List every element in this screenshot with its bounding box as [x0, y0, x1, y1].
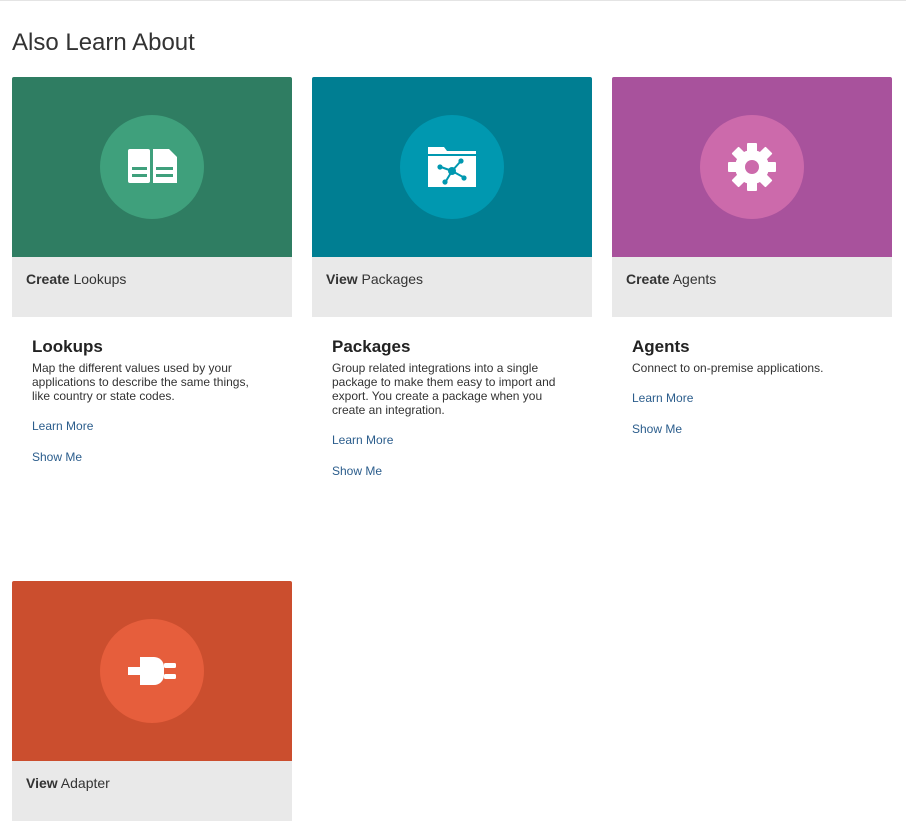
plug-icon: [128, 657, 176, 685]
card-description: Group related integrations into a single…: [332, 361, 556, 417]
learn-more-link[interactable]: Learn More: [632, 390, 872, 406]
card-adapter: View Adapter: [12, 581, 292, 821]
hero-circle: [700, 115, 804, 219]
show-me-link[interactable]: Show Me: [32, 449, 272, 465]
card-body: Packages Group related integrations into…: [312, 317, 592, 479]
gear-icon: [728, 143, 776, 191]
card-lookups-hero[interactable]: [12, 77, 292, 257]
card-packages-hero[interactable]: [312, 77, 592, 257]
card-description: Map the different values used by your ap…: [32, 361, 249, 403]
package-folder-icon: [428, 147, 476, 187]
card-title: Agents: [632, 337, 690, 356]
card-body: Agents Connect to on-premise application…: [612, 317, 892, 437]
action-verb: Create: [26, 271, 70, 287]
action-verb: View: [26, 775, 58, 791]
action-noun: Adapter: [60, 775, 110, 791]
card-title: Packages: [332, 337, 411, 356]
lookups-document-icon: [128, 149, 177, 183]
top-divider: [0, 0, 906, 1]
card-body: Lookups Map the different values used by…: [12, 317, 292, 465]
create-lookups-button[interactable]: Create Lookups: [12, 257, 292, 317]
action-noun: Agents: [672, 271, 717, 287]
action-verb: Create: [626, 271, 670, 287]
action-noun: Lookups: [73, 271, 127, 287]
learn-more-link[interactable]: Learn More: [32, 418, 272, 434]
action-noun: Packages: [361, 271, 424, 287]
card-agents: Create Agents Agents Connect to on-premi…: [612, 77, 892, 437]
view-adapter-button[interactable]: View Adapter: [12, 761, 292, 821]
card-lookups: Create Lookups Lookups Map the different…: [12, 77, 292, 465]
hero-circle: [100, 115, 204, 219]
action-verb: View: [326, 271, 358, 287]
show-me-link[interactable]: Show Me: [332, 463, 572, 479]
view-packages-button[interactable]: View Packages: [312, 257, 592, 317]
card-title: Lookups: [32, 337, 103, 356]
hero-circle: [100, 619, 204, 723]
card-description: Connect to on-premise applications.: [632, 361, 824, 375]
section-title: Also Learn About: [12, 29, 195, 56]
card-agents-hero[interactable]: [612, 77, 892, 257]
card-packages: View Packages Packages Group related int…: [312, 77, 592, 479]
show-me-link[interactable]: Show Me: [632, 421, 872, 437]
learn-more-link[interactable]: Learn More: [332, 432, 572, 448]
hero-circle: [400, 115, 504, 219]
card-adapter-hero[interactable]: [12, 581, 292, 761]
create-agents-button[interactable]: Create Agents: [612, 257, 892, 317]
